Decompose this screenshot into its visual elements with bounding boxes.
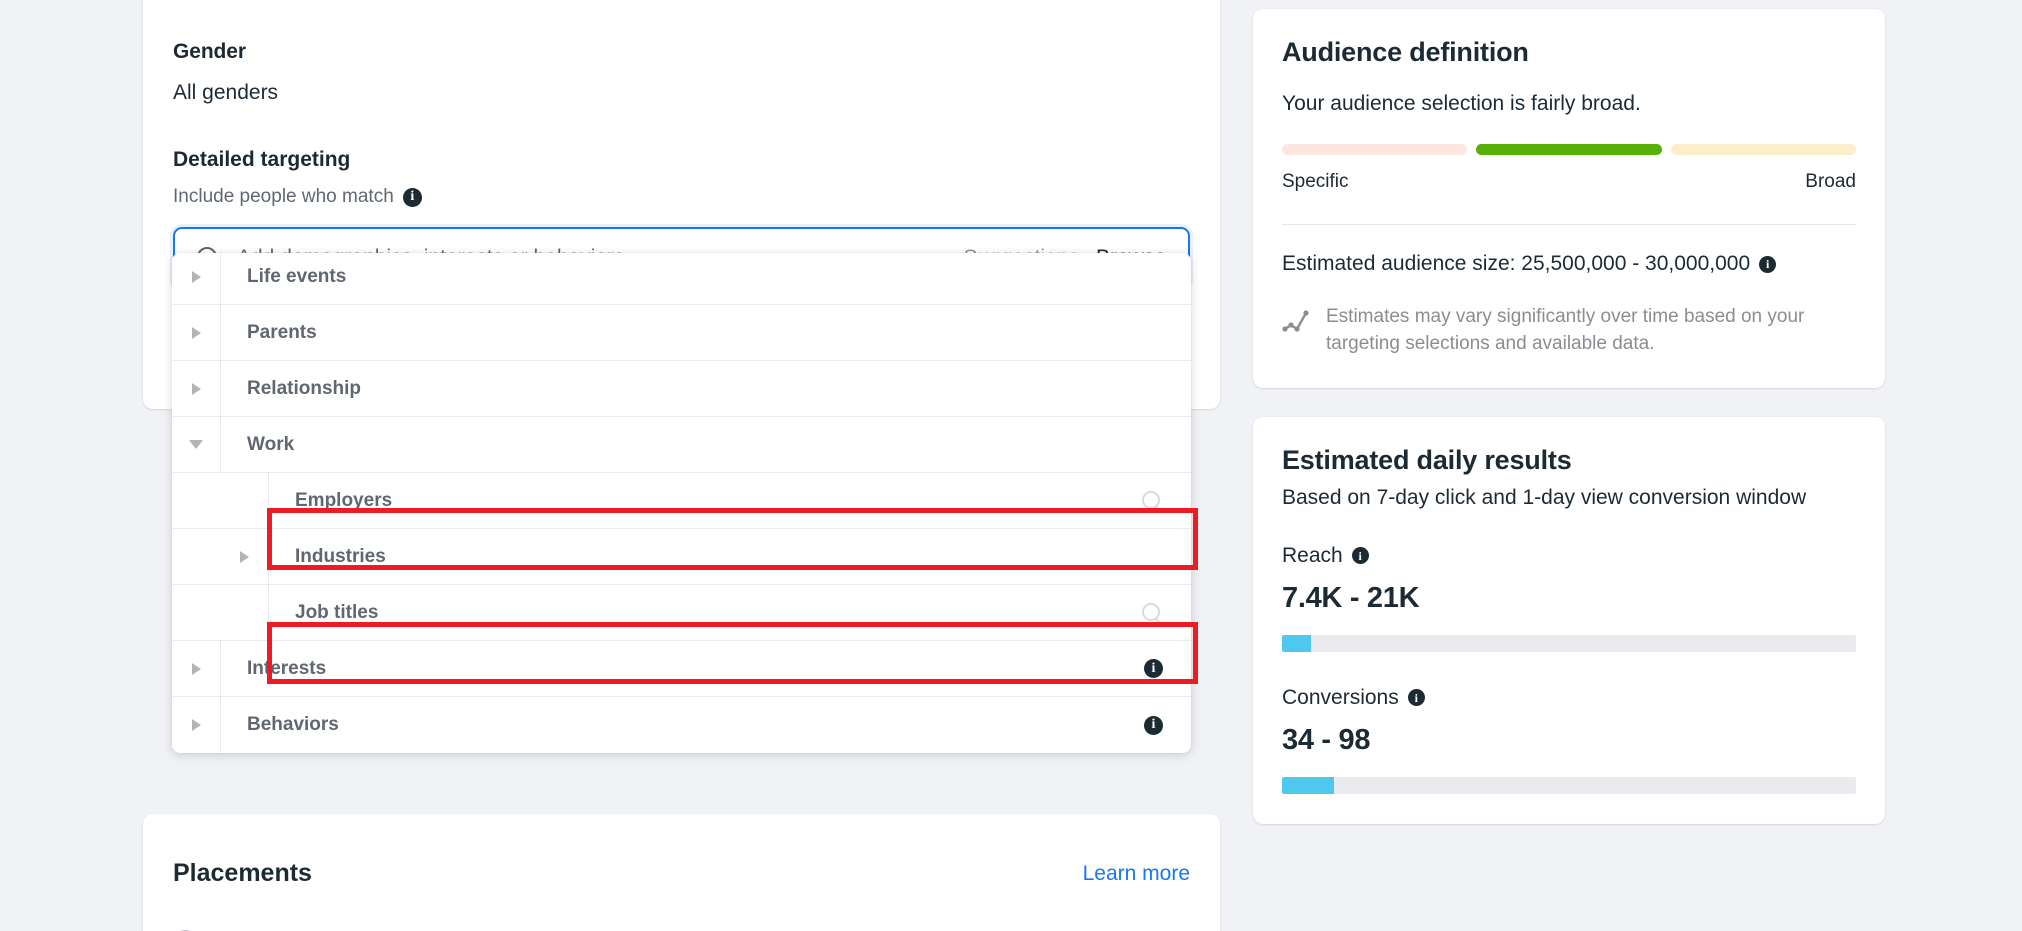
right-column: Audience definition Your audience select… bbox=[1253, 9, 1885, 824]
tree-row-label: Parents bbox=[247, 321, 317, 343]
learn-more-link[interactable]: Learn more bbox=[1083, 862, 1190, 886]
metric-conversions: Conversions i 34 - 98 bbox=[1282, 686, 1856, 794]
metric-value: 7.4K - 21K bbox=[1282, 581, 1420, 614]
chevron-right-icon bbox=[191, 662, 201, 675]
expand-toggle-cell[interactable] bbox=[172, 641, 220, 696]
placements-title: Placements bbox=[173, 859, 312, 887]
meter-segment-specific bbox=[1282, 144, 1468, 155]
tree-row-life-events[interactable]: Life events bbox=[172, 253, 1191, 305]
chevron-right-icon bbox=[191, 270, 201, 283]
tree-row-label: Work bbox=[247, 433, 295, 455]
tree-row-job-titles[interactable]: Job titles bbox=[172, 585, 1191, 641]
tree-row-label: Interests bbox=[247, 657, 327, 679]
expand-toggle-cell[interactable] bbox=[172, 697, 220, 753]
expand-toggle-cell[interactable] bbox=[220, 585, 268, 640]
metrics-list: Reach i 7.4K - 21K Conversions i 34 - 98 bbox=[1282, 544, 1856, 794]
expand-toggle-cell[interactable] bbox=[172, 253, 220, 304]
expand-toggle-cell[interactable] bbox=[220, 529, 268, 584]
meter-segment-broad bbox=[1670, 144, 1856, 155]
metric-label-row: Conversions i bbox=[1282, 686, 1856, 710]
estimated-daily-results-title: Estimated daily results bbox=[1282, 444, 1572, 475]
left-column: Gender All genders Detailed targeting In… bbox=[143, 0, 1220, 753]
chevron-down-icon bbox=[189, 440, 203, 449]
tree-row-employers[interactable]: Employers bbox=[172, 473, 1191, 529]
tree-row-label: Industries bbox=[295, 545, 386, 567]
tree-row-action[interactable]: i bbox=[1144, 659, 1191, 678]
metric-bar-fill bbox=[1282, 776, 1334, 794]
expand-toggle-cell[interactable] bbox=[172, 361, 220, 416]
gender-value: All genders bbox=[173, 81, 279, 104]
estimated-audience-size-text: Estimated audience size: 25,500,000 - 30… bbox=[1282, 252, 1751, 275]
meter-label-specific: Specific bbox=[1282, 171, 1349, 192]
tree-row-behaviors[interactable]: Behaviors i bbox=[172, 697, 1191, 753]
metric-label-row: Reach i bbox=[1282, 544, 1856, 568]
targeting-card: Gender All genders Detailed targeting In… bbox=[143, 0, 1220, 753]
gender-label: Gender bbox=[173, 40, 246, 63]
meter-label-broad: Broad bbox=[1805, 171, 1856, 192]
audience-definition-card: Audience definition Your audience select… bbox=[1253, 9, 1885, 388]
include-people-who-match-label: Include people who match bbox=[173, 186, 394, 207]
meter-segment-balanced bbox=[1476, 144, 1662, 155]
estimated-audience-size-row: Estimated audience size: 25,500,000 - 30… bbox=[1282, 252, 1856, 276]
metric-reach: Reach i 7.4K - 21K bbox=[1282, 544, 1856, 652]
metric-label: Reach bbox=[1282, 543, 1343, 567]
screen-root: Gender All genders Detailed targeting In… bbox=[0, 0, 2022, 931]
info-icon[interactable]: i bbox=[1759, 255, 1777, 273]
estimated-daily-results-card: Estimated daily results Based on 7-day c… bbox=[1253, 416, 1885, 824]
tree-row-label: Employers bbox=[295, 489, 393, 511]
metric-bar-track bbox=[1282, 776, 1856, 794]
tree-row-label: Relationship bbox=[247, 377, 362, 399]
info-icon[interactable]: i bbox=[1351, 547, 1369, 565]
audience-breadth-meter bbox=[1282, 144, 1856, 155]
metric-label: Conversions bbox=[1282, 685, 1399, 709]
chevron-right-icon bbox=[191, 719, 201, 731]
tree-row-action[interactable]: i bbox=[1144, 715, 1191, 735]
tree-row-action[interactable] bbox=[1141, 602, 1191, 624]
tree-row-industries[interactable]: Industries bbox=[172, 529, 1191, 585]
estimated-daily-results-subtitle: Based on 7-day click and 1-day view conv… bbox=[1282, 485, 1807, 509]
expand-toggle-cell[interactable] bbox=[220, 473, 268, 528]
estimates-note: Estimates may vary significantly over ti… bbox=[1282, 304, 1856, 358]
detailed-targeting-title: Detailed targeting bbox=[173, 148, 351, 171]
placements-header: Placements Learn more bbox=[173, 814, 1190, 888]
info-icon[interactable]: i bbox=[1144, 659, 1163, 678]
search-icon[interactable] bbox=[1141, 490, 1163, 512]
chevron-right-icon bbox=[191, 382, 201, 395]
estimates-note-text: Estimates may vary significantly over ti… bbox=[1326, 306, 1805, 354]
audience-definition-summary: Your audience selection is fairly broad. bbox=[1282, 92, 1641, 115]
metric-value: 34 - 98 bbox=[1282, 723, 1371, 756]
tree-row-parents[interactable]: Parents bbox=[172, 305, 1191, 361]
meter-labels: Specific Broad bbox=[1282, 171, 1856, 193]
metric-bar-fill bbox=[1282, 634, 1311, 652]
tree-row-label: Job titles bbox=[295, 601, 379, 623]
tree-row-label: Life events bbox=[247, 265, 347, 287]
tree-row-work[interactable]: Work bbox=[172, 417, 1191, 473]
audience-definition-title: Audience definition bbox=[1282, 37, 1529, 67]
info-icon[interactable]: i bbox=[402, 187, 422, 207]
chevron-right-icon bbox=[239, 550, 249, 563]
tree-row-interests[interactable]: Interests i bbox=[172, 641, 1191, 697]
info-icon[interactable]: i bbox=[1144, 715, 1163, 735]
trend-line-icon bbox=[1282, 310, 1309, 332]
chevron-right-icon bbox=[191, 326, 201, 339]
divider bbox=[1282, 224, 1856, 225]
info-icon[interactable]: i bbox=[1407, 689, 1425, 707]
tree-row-action[interactable] bbox=[1141, 490, 1191, 512]
expand-toggle-cell[interactable] bbox=[172, 417, 220, 472]
targeting-tree-dropdown[interactable]: Life events Parents Relationship Work Employ… bbox=[172, 253, 1191, 753]
tree-row-label: Behaviors bbox=[247, 714, 339, 735]
tree-row-relationship[interactable]: Relationship bbox=[172, 361, 1191, 417]
placements-card: Placements Learn more bbox=[143, 814, 1220, 931]
expand-toggle-cell[interactable] bbox=[172, 305, 220, 360]
include-people-who-match-row: Include people who match i bbox=[173, 186, 1190, 208]
search-icon[interactable] bbox=[1141, 602, 1163, 624]
metric-bar-track bbox=[1282, 634, 1856, 652]
